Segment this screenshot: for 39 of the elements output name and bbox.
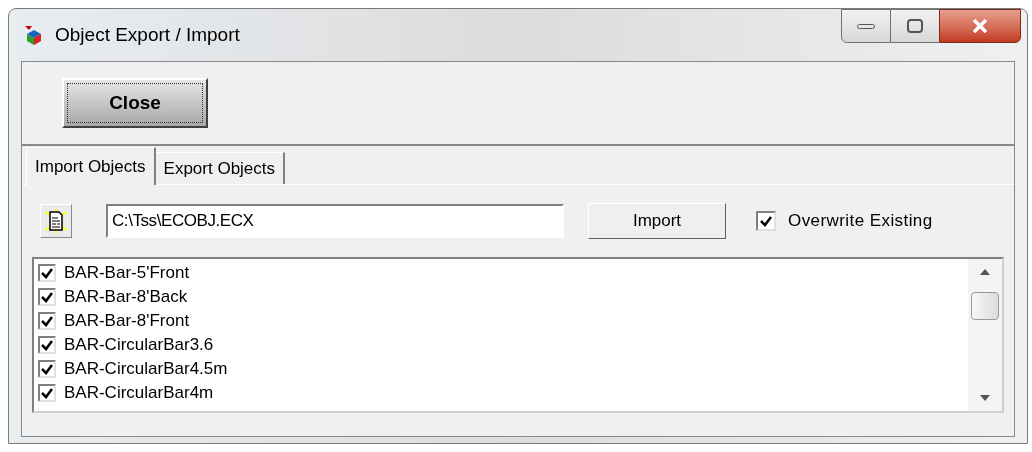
maximize-icon	[907, 19, 923, 33]
checkmark-icon	[41, 363, 53, 375]
tab[interactable]: Export Objects	[155, 152, 286, 184]
list-item-label[interactable]: BAR-CircularBar4m	[64, 383, 214, 403]
checkmark-icon	[41, 315, 53, 327]
close-button[interactable]: Close	[62, 78, 208, 128]
window-title: Object Export / Import	[55, 22, 240, 47]
list-item-label[interactable]: BAR-CircularBar3.6	[64, 335, 214, 355]
checkbox[interactable]	[38, 384, 56, 402]
close-icon	[972, 19, 988, 33]
checkbox[interactable]	[38, 336, 56, 354]
checkbox[interactable]	[38, 312, 56, 330]
checkmark-icon	[41, 291, 53, 303]
close-window-button[interactable]	[939, 9, 1021, 43]
checkmark-icon	[760, 215, 772, 227]
checkbox[interactable]	[38, 264, 56, 282]
checkmark-icon	[41, 387, 53, 399]
checkbox[interactable]	[38, 288, 56, 306]
file-path-field[interactable]: C:\Tss\ECOBJ.ECX	[106, 204, 564, 238]
list-item-label[interactable]: BAR-Bar-8'Front	[64, 311, 190, 331]
list-item-label[interactable]: BAR-CircularBar4.5m	[64, 359, 228, 379]
tab[interactable]: Import Objects	[26, 147, 156, 185]
scroll-thumb[interactable]	[971, 292, 999, 320]
checkmark-icon	[41, 339, 53, 351]
checkmark-icon	[41, 267, 53, 279]
import-button[interactable]: Import	[588, 203, 726, 239]
list-item-label[interactable]: BAR-Bar-8'Back	[64, 287, 188, 307]
browse-button[interactable]	[40, 204, 72, 238]
scroll-up-icon[interactable]	[980, 269, 990, 275]
minimize-icon	[857, 23, 875, 29]
scroll-down-icon[interactable]	[980, 395, 990, 401]
checkbox[interactable]	[38, 360, 56, 378]
document-icon	[45, 209, 67, 233]
minimize-button[interactable]	[841, 9, 891, 43]
list-item-label[interactable]: BAR-Bar-5'Front	[64, 263, 190, 283]
checkbox-label: Overwrite Existing	[788, 210, 933, 233]
maximize-button[interactable]	[891, 9, 939, 43]
checkbox[interactable]	[756, 211, 776, 231]
scrollbar[interactable]	[968, 259, 1002, 411]
